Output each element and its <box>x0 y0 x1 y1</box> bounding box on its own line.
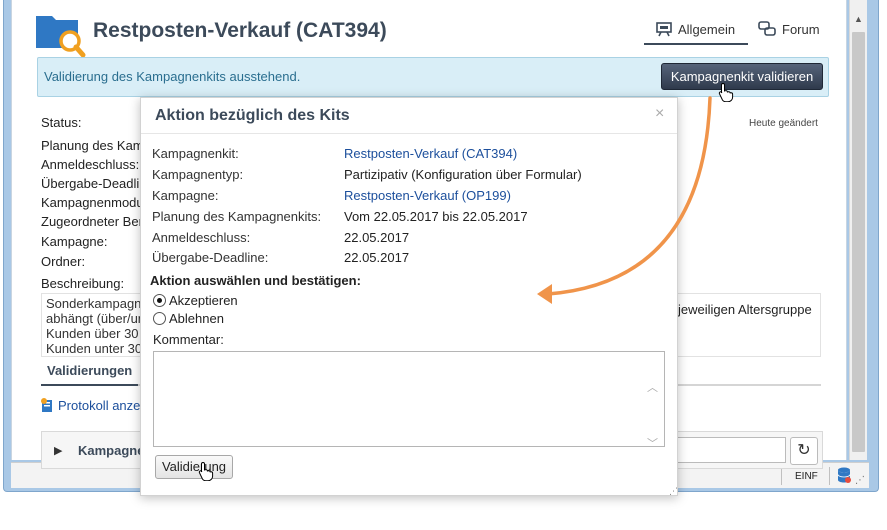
action-section-title: Aktion auswählen und bestätigen: <box>150 273 361 288</box>
description-label: Beschreibung: <box>41 276 125 291</box>
banner-text: Validierung des Kampagnenkits ausstehend… <box>44 69 301 84</box>
hand-cursor-icon <box>198 461 214 481</box>
hand-cursor-icon <box>718 82 734 102</box>
general-icon <box>656 22 672 37</box>
campaign-link[interactable]: Restposten-Verkauf (OP199) <box>344 188 511 203</box>
handover-deadline-value: 22.05.2017 <box>344 250 410 265</box>
reject-label: Ablehnen <box>169 311 224 326</box>
dialog-title: Aktion bezüglich des Kits <box>155 107 350 124</box>
campaign-panel-title: Kampagne <box>78 443 145 458</box>
close-icon[interactable]: × <box>655 105 664 123</box>
validate-campaign-kit-button[interactable]: Kampagnenkit validieren <box>661 63 823 90</box>
protocol-icon <box>41 398 52 412</box>
tab-forum-label: Forum <box>782 22 820 37</box>
insert-mode-indicator: EINF <box>795 471 818 482</box>
status-separator <box>829 467 830 485</box>
refresh-button[interactable]: ↻ <box>790 437 818 465</box>
textarea-scroll-arrows[interactable]: ︿ ﹀ <box>647 360 658 472</box>
field-label: Kampagnentyp: <box>152 167 244 182</box>
validation-pending-banner: Validierung des Kampagnenkits ausstehend… <box>37 57 829 97</box>
campaign-kit-folder-icon <box>36 16 86 58</box>
campaign-label: Kampagne: <box>41 234 108 249</box>
dialog-resize-grip-icon[interactable]: ⋰ <box>669 486 678 497</box>
tab-forum[interactable]: Forum <box>756 21 826 45</box>
page-title: Restposten-Verkauf (CAT394) <box>93 19 387 42</box>
description-right-text: jeweiligen Altersgruppe <box>678 302 812 317</box>
show-protocol-label: Protokoll anze <box>58 398 141 413</box>
status-label: Status: <box>41 115 82 130</box>
field-label: Kampagnenkit: <box>152 146 239 161</box>
radio-checked[interactable] <box>153 294 166 307</box>
radio-unchecked[interactable] <box>153 312 166 325</box>
kit-planning-value: Vom 22.05.2017 bis 22.05.2017 <box>344 209 528 224</box>
refresh-icon: ↻ <box>797 442 811 459</box>
accept-radio-option[interactable]: Akzeptieren <box>153 293 238 308</box>
validations-section-title: Validierungen <box>41 362 139 386</box>
tab-general-label: Allgemein <box>678 22 736 37</box>
campaign-type-value: Partizipativ (Konfiguration über Formula… <box>344 167 582 182</box>
assigned-area-label: Zugeordneter Ber <box>41 214 143 229</box>
scroll-up-arrow-icon[interactable]: ▲ <box>854 14 863 24</box>
database-icon <box>837 467 851 483</box>
registration-deadline-label: Anmeldeschluss: <box>41 157 140 172</box>
dialog-header: Aktion bezüglich des Kits × <box>141 98 677 134</box>
comment-textarea[interactable] <box>153 351 665 447</box>
reject-radio-option[interactable]: Ablehnen <box>153 311 224 326</box>
forum-icon <box>758 21 776 36</box>
last-changed-note: Heute geändert <box>749 118 818 129</box>
scrollbar-thumb[interactable] <box>852 32 865 452</box>
field-label: Übergabe-Deadline: <box>152 250 269 265</box>
resize-grip-icon[interactable]: ⋰ <box>855 475 865 486</box>
show-protocol-link[interactable]: Protokoll anze <box>40 397 140 413</box>
expand-triangle-icon[interactable]: ▶ <box>54 444 62 457</box>
campaign-filter-input[interactable] <box>676 437 786 463</box>
kit-action-dialog: Aktion bezüglich des Kits × Kampagnenkit… <box>140 97 678 496</box>
status-separator <box>781 467 782 485</box>
comment-label: Kommentar: <box>153 332 224 347</box>
handover-deadline-label: Übergabe-Deadlin <box>41 176 147 191</box>
registration-deadline-value: 22.05.2017 <box>344 230 410 245</box>
field-label: Kampagne: <box>152 188 219 203</box>
field-label: Anmeldeschluss: <box>152 230 251 245</box>
campaign-kit-link[interactable]: Restposten-Verkauf (CAT394) <box>344 146 517 161</box>
submit-validation-button[interactable]: Validierung <box>155 455 233 479</box>
field-label: Planung des Kampagnenkits: <box>152 209 322 224</box>
accept-label: Akzeptieren <box>169 293 238 308</box>
campaign-model-label: Kampagnenmodu <box>41 195 144 210</box>
folder-label: Ordner: <box>41 254 86 269</box>
tab-general[interactable]: Allgemein <box>644 21 748 45</box>
planning-label: Planung des Kamp <box>41 138 151 153</box>
vertical-scrollbar[interactable]: ▲ <box>849 0 867 460</box>
